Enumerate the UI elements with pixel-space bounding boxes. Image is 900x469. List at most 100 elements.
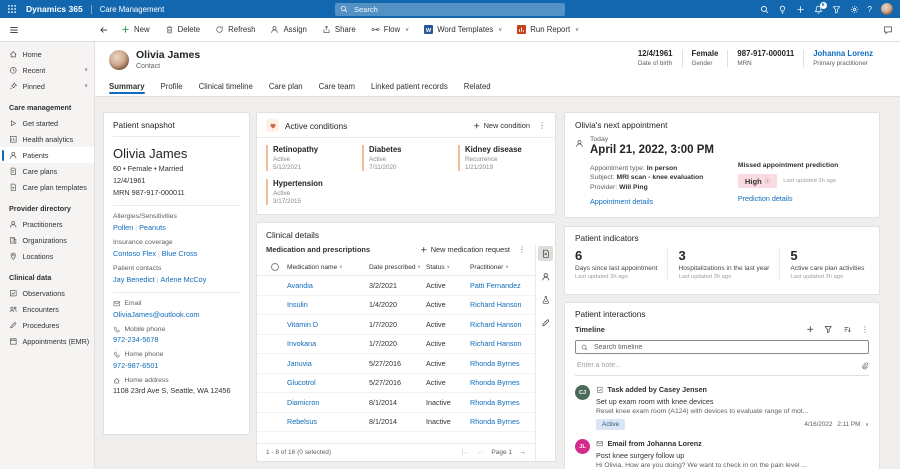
- practitioner-link[interactable]: Rhonda Byrnes: [470, 378, 529, 387]
- practitioner-link[interactable]: Richard Hanson: [470, 339, 529, 348]
- new-medication-request-button[interactable]: New medication request: [420, 245, 510, 254]
- column-date-prescribed[interactable]: Date prescribed∨: [369, 264, 426, 271]
- tab-profile[interactable]: Profile: [161, 82, 183, 96]
- medication-link[interactable]: Invokana: [287, 339, 369, 348]
- timeline-search[interactable]: [575, 340, 869, 354]
- tab-clinical-timeline[interactable]: Clinical timeline: [199, 82, 253, 96]
- practitioner-link[interactable]: Rhonda Byrnes: [470, 417, 529, 426]
- previous-page-icon[interactable]: ←: [477, 449, 484, 456]
- paperclip-icon[interactable]: [861, 362, 869, 370]
- global-search[interactable]: [335, 3, 565, 16]
- sidebar-item-care-plans[interactable]: Care plans: [0, 163, 94, 179]
- notifications-button[interactable]: 5: [814, 5, 823, 14]
- add-icon[interactable]: [806, 325, 815, 334]
- chevron-down-icon[interactable]: ∨: [84, 83, 88, 89]
- help-icon[interactable]: ?: [868, 5, 872, 14]
- refresh-button[interactable]: Refresh: [215, 25, 255, 34]
- lightbulb-icon[interactable]: [778, 5, 787, 14]
- contact-link[interactable]: Jay Benedict: [113, 275, 155, 284]
- column-practitioner[interactable]: Practitioner∨: [470, 264, 529, 271]
- sidebar-item-recent[interactable]: Recent ∨: [0, 62, 94, 78]
- tab-care-team[interactable]: Care team: [319, 82, 355, 96]
- practitioner-link[interactable]: Johanna Lorenz: [813, 49, 873, 58]
- practitioner-link[interactable]: Richard Hanson: [470, 320, 529, 329]
- select-all-checkbox[interactable]: [271, 263, 279, 271]
- practitioner-link[interactable]: Rhonda Byrnes: [470, 359, 529, 368]
- medication-link[interactable]: Avandia: [287, 281, 369, 290]
- timeline-entry[interactable]: JL Email from Johanna Lorenz Post knee s…: [575, 439, 869, 469]
- medication-link[interactable]: Rebelsus: [287, 417, 369, 426]
- condition-item[interactable]: Retinopathy Active 5/12/2021: [266, 145, 354, 171]
- column-medication-name[interactable]: Medication name∨: [287, 264, 369, 271]
- mobile-phone-link[interactable]: 972-234-5678: [113, 335, 240, 344]
- home-phone-link[interactable]: 972-987-6501: [113, 361, 240, 370]
- sidebar-item-care-plan-templates[interactable]: Care plan templates: [0, 179, 94, 195]
- more-options-icon[interactable]: ⋮: [518, 246, 526, 254]
- rail-procedures-button[interactable]: [538, 315, 553, 330]
- menu-icon[interactable]: [0, 25, 95, 35]
- prediction-details-link[interactable]: Prediction details: [738, 194, 869, 203]
- practitioner-link[interactable]: Patti Fernandez: [470, 281, 529, 290]
- back-button[interactable]: [99, 25, 109, 35]
- chevron-down-icon[interactable]: ∨: [865, 422, 869, 428]
- condition-item[interactable]: Hypertension Active 3/17/2015: [266, 179, 354, 205]
- sidebar-item-patients[interactable]: Patients: [0, 147, 94, 163]
- global-search-input[interactable]: [352, 4, 560, 15]
- info-icon[interactable]: ⓘ: [765, 177, 771, 185]
- add-icon[interactable]: [796, 5, 805, 14]
- user-avatar[interactable]: [881, 3, 893, 15]
- tab-related[interactable]: Related: [464, 82, 491, 96]
- share-button[interactable]: Share: [322, 25, 356, 34]
- waffle-icon[interactable]: [0, 4, 24, 14]
- note-input[interactable]: [575, 361, 861, 370]
- timeline-entry[interactable]: CJ Task added by Casey Jensen Set up exa…: [575, 385, 869, 430]
- practitioner-link[interactable]: Richard Hanson: [470, 300, 529, 309]
- allergy-link[interactable]: Peanuts: [139, 223, 166, 232]
- contact-link[interactable]: Arlene McCoy: [161, 275, 207, 284]
- more-options-icon[interactable]: ⋮: [538, 122, 546, 130]
- sidebar-item-practitioners[interactable]: Practitioners: [0, 216, 94, 232]
- rail-practitioners-button[interactable]: [538, 269, 553, 284]
- rail-labs-button[interactable]: [538, 292, 553, 307]
- first-page-icon[interactable]: |←: [462, 449, 471, 456]
- note-composer[interactable]: [575, 361, 869, 376]
- filter-icon[interactable]: [824, 325, 833, 334]
- email-link[interactable]: OliviaJames@outlook.com: [113, 310, 240, 319]
- next-page-icon[interactable]: →: [519, 449, 526, 456]
- sidebar-item-pinned[interactable]: Pinned ∨: [0, 78, 94, 94]
- new-condition-button[interactable]: New condition: [473, 121, 530, 130]
- rail-medications-button[interactable]: [538, 246, 553, 261]
- sidebar-item-home[interactable]: Home: [0, 46, 94, 62]
- medication-link[interactable]: Insulin: [287, 300, 369, 309]
- sidebar-item-appointments-emr[interactable]: Appointments (EMR): [0, 333, 94, 349]
- sidebar-item-locations[interactable]: Locations: [0, 248, 94, 264]
- tab-care-plan[interactable]: Care plan: [269, 82, 303, 96]
- sidebar-item-procedures[interactable]: Procedures: [0, 317, 94, 333]
- sidebar-item-organizations[interactable]: Organizations: [0, 232, 94, 248]
- more-options-icon[interactable]: ⋮: [861, 326, 869, 334]
- new-button[interactable]: New: [121, 25, 150, 34]
- sidebar-item-get-started[interactable]: Get started: [0, 115, 94, 131]
- gear-icon[interactable]: [850, 5, 859, 14]
- tab-linked-patient-records[interactable]: Linked patient records: [371, 82, 448, 96]
- sidebar-item-health-analytics[interactable]: Health analytics: [0, 131, 94, 147]
- insurance-link[interactable]: Blue Cross: [162, 249, 198, 258]
- sidebar-item-observations[interactable]: Observations: [0, 285, 94, 301]
- filter-icon[interactable]: [832, 5, 841, 14]
- insurance-link[interactable]: Contoso Flex: [113, 249, 156, 258]
- assign-button[interactable]: Assign: [270, 25, 306, 34]
- delete-button[interactable]: Delete: [165, 25, 201, 34]
- sidebar-item-encounters[interactable]: Encounters: [0, 301, 94, 317]
- search-icon[interactable]: [760, 5, 769, 14]
- chevron-down-icon[interactable]: ∨: [84, 67, 88, 73]
- medication-link[interactable]: Diamicron: [287, 398, 369, 407]
- condition-item[interactable]: Diabetes Active 7/11/2020: [362, 145, 450, 171]
- timeline-search-input[interactable]: [592, 343, 863, 352]
- tab-summary[interactable]: Summary: [109, 82, 145, 96]
- medication-link[interactable]: Vitamin D: [287, 320, 369, 329]
- feedback-icon[interactable]: [883, 25, 900, 35]
- medication-link[interactable]: Glucotrol: [287, 378, 369, 387]
- appointment-details-link[interactable]: Appointment details: [590, 197, 738, 206]
- run-report-button[interactable]: Run Report ∨: [517, 25, 579, 34]
- practitioner-link[interactable]: Rhonda Byrnes: [470, 398, 529, 407]
